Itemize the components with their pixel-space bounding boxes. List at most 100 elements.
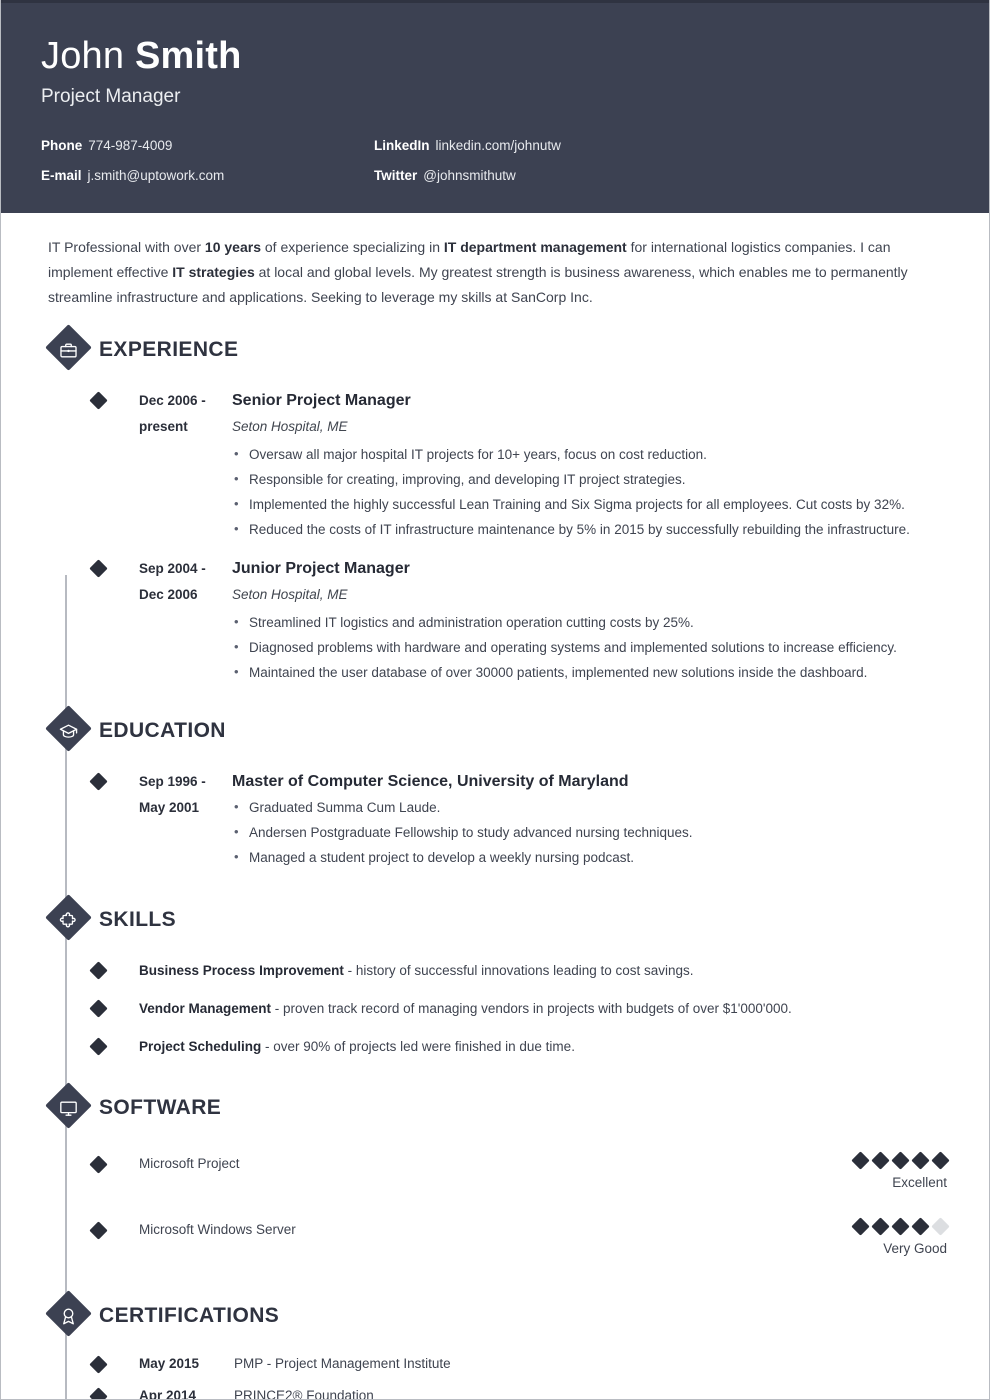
- section-header-certifications: CERTIFICATIONS: [45, 1290, 949, 1340]
- skill-item: Vendor Management - proven track record …: [41, 998, 949, 1020]
- experience-entry: Sep 2004 - Dec 2006 Junior Project Manag…: [41, 556, 949, 685]
- date-from: Sep 2004 -: [139, 561, 206, 576]
- job-role: Senior Project Manager: [232, 392, 411, 409]
- responsibility-list: Streamlined IT logistics and administrat…: [232, 609, 949, 685]
- skill-text: Vendor Management - proven track record …: [139, 998, 792, 1020]
- skill-text: Project Scheduling - over 90% of project…: [139, 1036, 575, 1058]
- summary-text: IT Professional with over: [48, 239, 205, 255]
- skill-text: Business Process Improvement - history o…: [139, 960, 694, 982]
- section-experience: EXPERIENCE Dec 2006 - present Senior Pro…: [41, 324, 949, 685]
- section-header-software: SOFTWARE: [45, 1082, 949, 1132]
- timeline-bullet-icon: [89, 999, 108, 1018]
- bullet-point: Andersen Postgraduate Fellowship to stud…: [232, 819, 949, 845]
- rating-label: Very Good: [883, 1241, 947, 1256]
- section-title-education: EDUCATION: [99, 719, 226, 742]
- timeline-bullet-icon: [89, 1355, 108, 1374]
- certification-name: PMP - Project Management Institute: [234, 1356, 451, 1371]
- briefcase-icon: [45, 324, 92, 374]
- rating-diamond-filled: [851, 1151, 870, 1170]
- responsibility-list: Oversaw all major hospital IT projects f…: [232, 441, 949, 542]
- bullet-point: Graduated Summa Cum Laude.: [232, 794, 949, 820]
- employer: Seton Hospital, ME: [232, 587, 348, 602]
- section-software: SOFTWARE Microsoft Project Excellent Mic…: [41, 1082, 950, 1264]
- section-header-skills: SKILLS: [45, 894, 949, 944]
- summary-highlight: IT strategies: [172, 264, 255, 280]
- contact-twitter-value[interactable]: @johnsmithutw: [423, 168, 516, 183]
- section-title-experience: EXPERIENCE: [99, 338, 239, 361]
- puzzle-piece-icon: [45, 894, 92, 944]
- contact-linkedin-label: LinkedIn: [374, 138, 430, 153]
- experience-detail: Senior Project Manager Seton Hospital, M…: [232, 388, 949, 542]
- first-name: John: [41, 35, 125, 77]
- section-skills: SKILLS Business Process Improvement - hi…: [41, 894, 949, 1058]
- rating-diamond-filled: [871, 1151, 890, 1170]
- bullet-point: Maintained the user database of over 300…: [232, 659, 949, 685]
- experience-date: Sep 2004 - Dec 2006: [139, 556, 232, 685]
- skill-desc: - proven track record of managing vendor…: [271, 1001, 792, 1016]
- section-title-software: SOFTWARE: [99, 1096, 222, 1119]
- rating-diamonds: [851, 1217, 950, 1236]
- software-rating: Very Good: [851, 1217, 950, 1258]
- bullet-point: Oversaw all major hospital IT projects f…: [232, 441, 949, 467]
- rating-diamond-empty: [931, 1217, 950, 1236]
- software-rating: Excellent: [851, 1151, 950, 1192]
- timeline-bullet-icon: [89, 391, 108, 410]
- contact-linkedin-value[interactable]: linkedin.com/johnutw: [436, 138, 561, 153]
- resume-header: John Smith Project Manager Phone 774-987-…: [1, 0, 989, 213]
- timeline-bullet-icon: [89, 772, 108, 791]
- experience-entry: Dec 2006 - present Senior Project Manage…: [41, 388, 949, 542]
- resume-body: IT Professional with over 10 years of ex…: [1, 213, 989, 1400]
- contact-info: Phone 774-987-4009 LinkedIn linkedin.com/j…: [41, 137, 949, 185]
- section-header-education: EDUCATION: [45, 705, 949, 755]
- skill-name: Vendor Management: [139, 1001, 272, 1016]
- education-point-list: Graduated Summa Cum Laude.Andersen Postg…: [232, 794, 949, 870]
- certification-date: Apr 2014: [139, 1388, 197, 1400]
- candidate-name: John Smith: [41, 33, 949, 79]
- date-from: Sep 1996 -: [139, 774, 206, 789]
- skill-desc: - over 90% of projects led were finished…: [261, 1039, 575, 1054]
- bullet-point: Streamlined IT logistics and administrat…: [232, 609, 949, 635]
- graduation-cap-icon: [45, 705, 92, 755]
- timeline-bullet-icon: [89, 1221, 108, 1240]
- timeline-bullet-icon: [89, 559, 108, 578]
- section-title-certifications: CERTIFICATIONS: [99, 1304, 280, 1327]
- software-item: Microsoft Project Excellent: [41, 1151, 950, 1198]
- job-role: Junior Project Manager: [232, 560, 410, 577]
- skill-name: Business Process Improvement: [139, 963, 344, 978]
- summary-text: of experience specializing in: [260, 239, 444, 255]
- contact-email-value[interactable]: j.smith@uptowork.com: [88, 168, 225, 183]
- last-name: Smith: [134, 35, 242, 77]
- date-to: present: [139, 419, 188, 434]
- skill-item: Business Process Improvement - history o…: [41, 960, 949, 982]
- certification-item: Apr 2014 PRINCE2® Foundation: [41, 1386, 949, 1400]
- rating-label: Excellent: [892, 1175, 947, 1190]
- section-certifications: CERTIFICATIONS May 2015 PMP - Project Ma…: [41, 1290, 949, 1400]
- experience-date: Dec 2006 - present: [139, 388, 232, 542]
- bullet-point: Reduced the costs of IT infrastructure m…: [232, 516, 949, 542]
- contact-twitter-label: Twitter: [374, 168, 418, 183]
- skill-item: Project Scheduling - over 90% of project…: [41, 1036, 949, 1058]
- contact-linkedin: LinkedIn linkedin.com/johnutw: [374, 137, 949, 155]
- date-from: Dec 2006 -: [139, 393, 206, 408]
- rating-diamond-filled: [911, 1151, 930, 1170]
- award-ribbon-icon: [45, 1290, 92, 1340]
- monitor-icon: [45, 1082, 92, 1132]
- software-item: Microsoft Windows Server Very Good: [41, 1217, 950, 1264]
- contact-phone-value[interactable]: 774-987-4009: [88, 138, 172, 153]
- employer: Seton Hospital, ME: [232, 419, 348, 434]
- resume-page: John Smith Project Manager Phone 774-987-…: [0, 0, 990, 1400]
- certification-date: May 2015: [139, 1356, 200, 1371]
- summary-highlight: 10 years: [204, 239, 261, 255]
- timeline-bullet-icon: [89, 1155, 108, 1174]
- rating-diamond-filled: [871, 1217, 890, 1236]
- date-to: Dec 2006: [139, 587, 198, 602]
- bullet-point: Managed a student project to develop a w…: [232, 844, 949, 870]
- rating-diamond-filled: [891, 1151, 910, 1170]
- degree-title: Master of Computer Science, University o…: [232, 773, 629, 790]
- bullet-point: Responsible for creating, improving, and…: [232, 466, 949, 492]
- bullet-point: Diagnosed problems with hardware and ope…: [232, 634, 949, 660]
- timeline-bullet-icon: [89, 1387, 108, 1399]
- contact-twitter: Twitter @johnsmithutw: [374, 167, 949, 185]
- rating-diamond-filled: [931, 1151, 950, 1170]
- skill-name: Project Scheduling: [139, 1039, 262, 1054]
